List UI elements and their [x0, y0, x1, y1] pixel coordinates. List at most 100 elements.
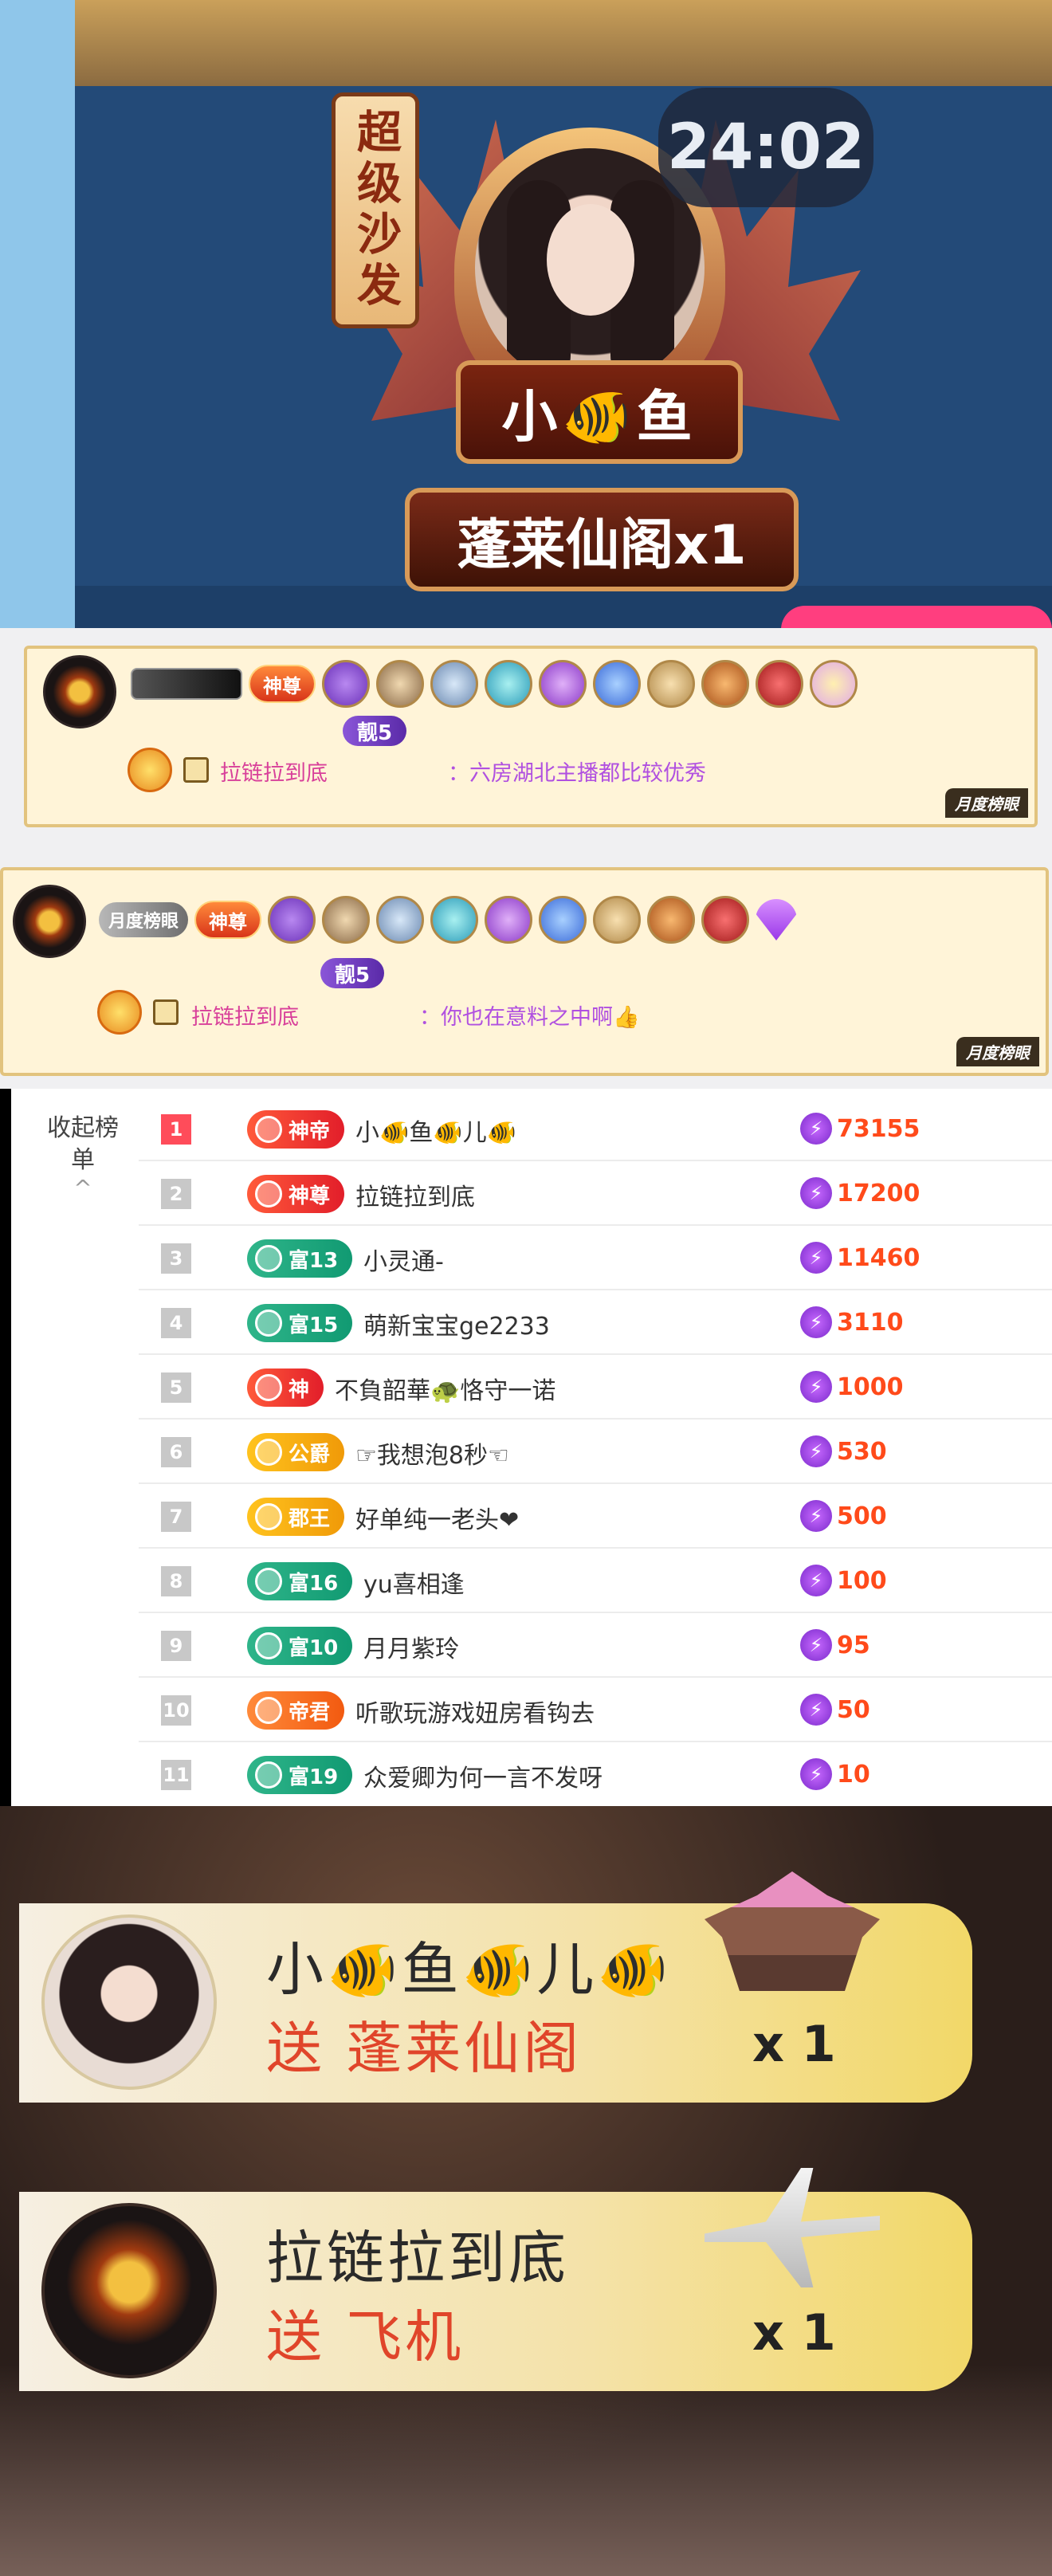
tier-icon [255, 1310, 282, 1337]
violet-medal-icon [539, 660, 587, 708]
tier-badge: 富10 [247, 1627, 353, 1665]
leaderboard-row[interactable]: 8 富16 yu喜相逢 ⚡ 100 [139, 1549, 1052, 1613]
chat-username[interactable]: 拉链拉到底 [220, 756, 328, 787]
leaderboard-row[interactable]: 5 神不負韶華🐢恪守一诺 ⚡ 1000 [139, 1355, 1052, 1420]
leaderboard-username[interactable]: yu喜相逢 [363, 1565, 465, 1600]
super-sofa-panel: 超级沙发 24:02 小🐠鱼 蓬莱仙阁x1 [0, 0, 1052, 654]
leaderboard-username[interactable]: 月月紫玲 [363, 1629, 459, 1664]
leaderboard-username[interactable]: 小🐠鱼🐠儿🐠 [355, 1113, 516, 1148]
leaderboard-username[interactable]: 拉链拉到底 [355, 1177, 475, 1212]
red-medal-icon [701, 896, 750, 944]
badge-row: 神尊 [131, 660, 858, 708]
leaderboard-username[interactable]: 小灵通- [363, 1242, 444, 1277]
rank-number: 9 [161, 1631, 191, 1661]
gift-banner[interactable]: 拉链拉到底 送 飞机 x 1 [19, 2168, 972, 2391]
gift-sender-avatar[interactable] [41, 1914, 217, 2090]
leaderboard-username[interactable]: 好单纯一老头❤ [355, 1500, 519, 1535]
user-box-icon [183, 757, 209, 783]
leaderboard-row[interactable]: 11 富19 众爱卿为何一言不发呀 ⚡ 10 [139, 1742, 1052, 1807]
rank-number: 10 [161, 1695, 191, 1726]
rank-number: 2 [161, 1179, 191, 1209]
tier-label: 富10 [289, 1636, 339, 1660]
leaderboard-username[interactable]: ☞我想泡8秒☜ [355, 1435, 509, 1471]
tier-label: 帝君 [289, 1700, 331, 1725]
cyan-medal-icon [430, 896, 479, 944]
contribution-score: ⚡ 3110 [800, 1306, 904, 1338]
contribution-score: ⚡ 73155 [800, 1113, 920, 1145]
tier-icon [255, 1761, 282, 1789]
tier-badge: 帝君 [247, 1691, 345, 1730]
gold-medal-icon [701, 660, 749, 708]
tier-badge: 富19 [247, 1756, 353, 1794]
lightning-icon: ⚡ [800, 1694, 832, 1726]
score-value: 50 [837, 1695, 870, 1724]
contribution-score: ⚡ 17200 [800, 1177, 920, 1209]
contribution-score: ⚡ 100 [800, 1565, 887, 1596]
leaderboard-row[interactable]: 9 富10 月月紫玲 ⚡ 95 [139, 1613, 1052, 1678]
tier-label: 富19 [289, 1765, 339, 1789]
lightning-icon: ⚡ [800, 1435, 832, 1467]
leaderboard-username[interactable]: 萌新宝宝ge2233 [363, 1306, 550, 1341]
leaderboard-row[interactable]: 7 郡王 好单纯一老头❤ ⚡ 500 [139, 1484, 1052, 1549]
gift-item-text: 送 蓬莱仙阁 [266, 2016, 583, 2081]
contribution-score: ⚡ 11460 [800, 1242, 920, 1274]
sword-medal-icon [647, 660, 695, 708]
monthly-rank-pill: 月度榜眼 [99, 902, 189, 937]
rank-number: 11 [161, 1760, 191, 1790]
tier-icon [255, 1568, 282, 1595]
leaderboard-row[interactable]: 4 富15 萌新宝宝ge2233 ⚡ 3110 [139, 1290, 1052, 1355]
leaderboard-row[interactable]: 10 帝君 听歌玩游戏妞房看钩去 ⚡ 50 [139, 1678, 1052, 1742]
leaderboard-username[interactable]: 不負韶華🐢恪守一诺 [335, 1371, 555, 1406]
lightning-icon: ⚡ [800, 1113, 832, 1145]
leaderboard-row[interactable]: 6 公爵 ☞我想泡8秒☜ ⚡ 530 [139, 1420, 1052, 1484]
tier-icon [255, 1374, 282, 1401]
tier-badge: 富13 [247, 1239, 353, 1278]
contribution-score: ⚡ 95 [800, 1629, 870, 1661]
live-stream-screenshot: 超级沙发 24:02 小🐠鱼 蓬莱仙阁x1 神尊 靓5 拉链拉到底 ：六房湖北主… [0, 0, 1052, 2576]
gift-sender-name: 小🐠鱼🐠儿🐠 [266, 1936, 672, 2003]
sword-medal-icon [593, 896, 642, 944]
leaderboard-row[interactable]: 2 神尊 拉链拉到底 ⚡ 17200 [139, 1161, 1052, 1226]
leaderboard-row[interactable]: 3 富13 小灵通- ⚡ 11460 [139, 1226, 1052, 1290]
leaderboard-username[interactable]: 听歌玩游戏妞房看钩去 [355, 1694, 595, 1729]
tier-badge: 公爵 [247, 1433, 345, 1471]
collapse-leaderboard-button[interactable]: 收起榜单 ^ [43, 1113, 123, 1200]
rank-number: 1 [161, 1114, 191, 1145]
lightning-icon: ⚡ [800, 1565, 832, 1596]
leaderboard-row[interactable]: 1 神帝 小🐠鱼🐠儿🐠 ⚡ 73155 [139, 1097, 1052, 1161]
countdown-timer: 24:02 [658, 88, 873, 207]
chat-panel-2: 月度榜眼 神尊 靓5 拉链拉到底 ：你也在意料之中啊👍 月度榜眼 [0, 862, 1052, 1089]
contribution-score: ⚡ 1000 [800, 1371, 904, 1403]
chat-username[interactable]: 拉链拉到底 [191, 999, 299, 1031]
tier-badge: 富16 [247, 1562, 353, 1600]
user-box-icon [153, 999, 179, 1025]
chat-panel-1: 神尊 靓5 拉链拉到底 ：六房湖北主播都比较优秀 月度榜眼 [0, 628, 1052, 862]
user-level-icon [128, 748, 172, 792]
score-value: 73155 [837, 1114, 920, 1143]
level-badge: 靓5 [343, 716, 407, 746]
chat-message[interactable]: 神尊 靓5 拉链拉到底 ：六房湖北主播都比较优秀 月度榜眼 [24, 646, 1038, 827]
crown-medal-icon [322, 896, 371, 944]
leaderboard-username[interactable]: 众爱卿为何一言不发呀 [363, 1758, 603, 1793]
tier-badge: 郡王 [247, 1498, 345, 1536]
pink-crown-icon [810, 660, 858, 708]
blue-medal-icon [593, 660, 641, 708]
lightning-icon: ⚡ [800, 1306, 832, 1338]
gift-sender-avatar[interactable] [41, 2203, 217, 2378]
tier-label: 神尊 [289, 1184, 331, 1208]
user-avatar[interactable] [43, 655, 116, 728]
gift-banner-panel: 小🐠鱼🐠儿🐠 送 蓬莱仙阁 x 1 拉链拉到底 送 飞机 x 1 [0, 1806, 1052, 2576]
tier-icon [255, 1439, 282, 1466]
chat-message[interactable]: 月度榜眼 神尊 靓5 拉链拉到底 ：你也在意料之中啊👍 月度榜眼 [0, 867, 1049, 1076]
tier-label: 神帝 [289, 1119, 331, 1144]
user-avatar[interactable] [13, 885, 86, 958]
silver-medal-icon [430, 660, 478, 708]
level-badge: 靓5 [320, 958, 385, 988]
tier-badge: 神尊 [247, 1175, 345, 1213]
tier-badge: 神帝 [247, 1110, 345, 1149]
tier-icon [255, 1632, 282, 1659]
rank-number: 4 [161, 1308, 191, 1338]
tier-icon [255, 1245, 282, 1272]
tier-badge: 富15 [247, 1304, 353, 1342]
gift-banner[interactable]: 小🐠鱼🐠儿🐠 送 蓬莱仙阁 x 1 [19, 1871, 972, 2103]
